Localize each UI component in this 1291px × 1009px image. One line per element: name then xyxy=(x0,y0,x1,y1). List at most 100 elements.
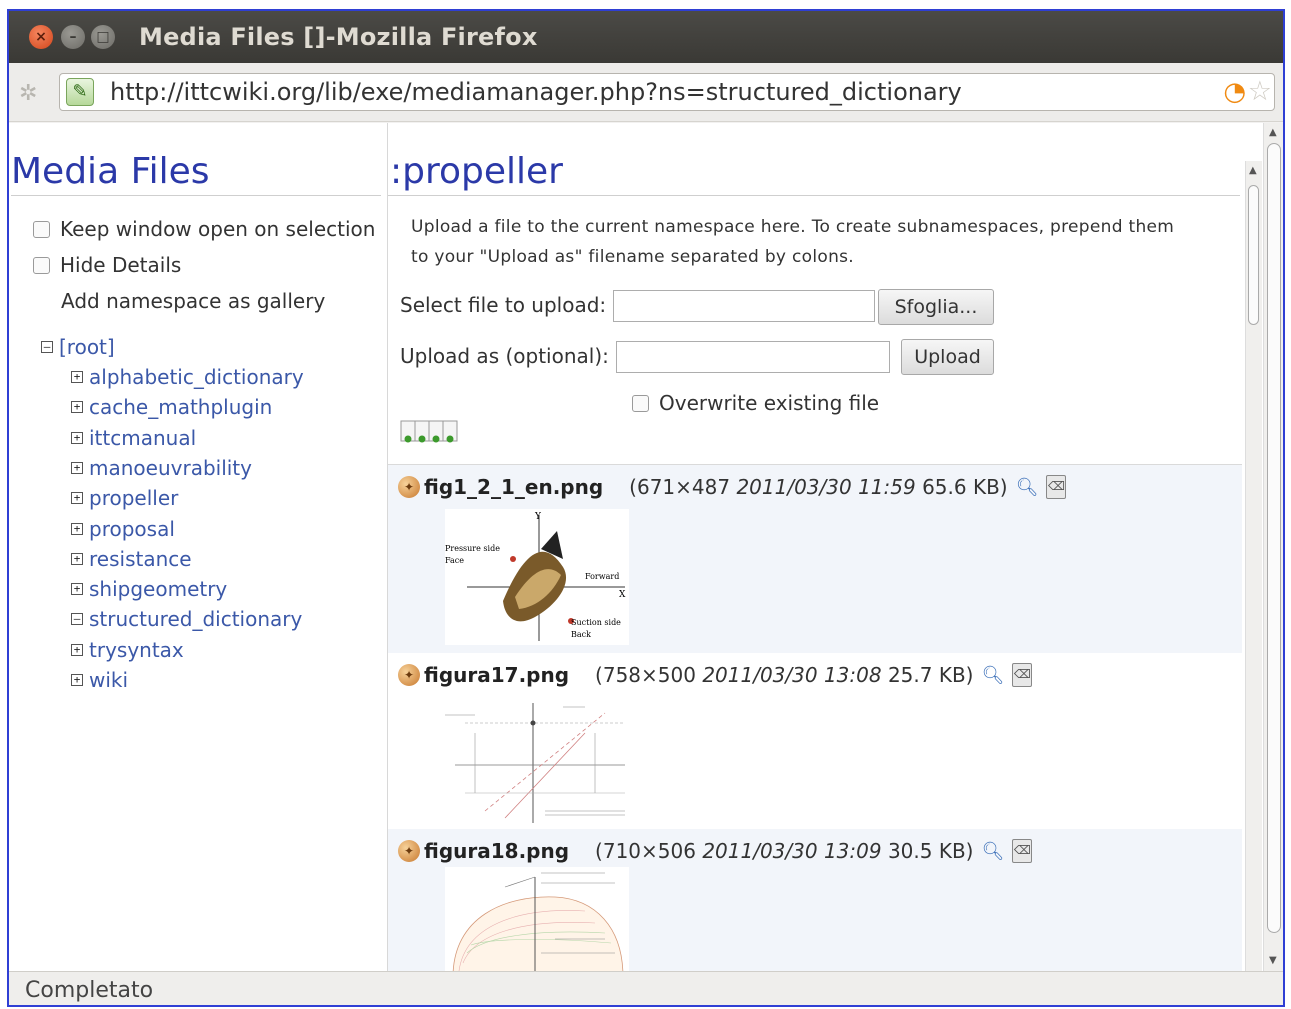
tree-item-label[interactable]: cache_mathplugin xyxy=(89,395,272,419)
scroll-down-icon[interactable]: ▼ xyxy=(1269,955,1277,966)
tree-item-label[interactable]: propeller xyxy=(89,486,178,510)
magnifier-icon[interactable]: 🔍︎ xyxy=(1016,477,1039,498)
file-row: ✦ fig1_2_1_en.png (671×487 2011/03/30 11… xyxy=(388,465,1242,653)
tree-item-label[interactable]: manoeuvrability xyxy=(89,456,252,480)
tree-item[interactable]: + resistance xyxy=(71,547,192,571)
tree-item[interactable]: + manoeuvrability xyxy=(71,456,252,480)
inner-scroll-thumb[interactable] xyxy=(1248,185,1259,325)
star-icon[interactable]: ☆ xyxy=(1248,76,1272,107)
tree-item-label[interactable]: proposal xyxy=(89,517,175,541)
expand-icon[interactable]: + xyxy=(71,431,83,444)
upload-as-label: Upload as (optional): xyxy=(400,344,609,368)
hide-details-checkbox[interactable] xyxy=(33,256,50,274)
scroll-up-icon[interactable]: ▲ xyxy=(1249,165,1257,176)
tree-root-label[interactable]: [root] xyxy=(59,335,115,359)
file-row: ✦ figura17.png (758×500 2011/03/30 13:08… xyxy=(388,653,1242,829)
file-thumbnail[interactable] xyxy=(445,693,629,829)
page-scrollbar[interactable]: ▲ ▼ xyxy=(1263,123,1283,971)
file-thumbnail[interactable]: Y Pressure side Face Forward X Suction s… xyxy=(445,509,629,645)
file-name-link[interactable]: figura18.png xyxy=(424,839,569,863)
media-files-title: Media Files xyxy=(11,149,381,196)
collapse-icon[interactable]: – xyxy=(41,341,53,353)
select-file-input[interactable] xyxy=(613,290,875,322)
expand-icon[interactable]: + xyxy=(71,461,83,474)
hide-details-option[interactable]: Hide Details xyxy=(33,253,181,277)
navigation-bar: ✲ ✎ http://ittcwiki.org/lib/exe/mediaman… xyxy=(9,63,1283,122)
url-bar[interactable]: ✎ http://ittcwiki.org/lib/exe/mediamanag… xyxy=(59,73,1275,111)
maximize-icon[interactable]: □ xyxy=(91,25,115,49)
expand-icon[interactable]: + xyxy=(71,401,83,414)
magnifier-icon[interactable]: 🔍︎ xyxy=(981,665,1004,686)
upload-info-line2: to your "Upload as" filename separated b… xyxy=(411,247,855,267)
tree-item-label[interactable]: trysyntax xyxy=(89,638,184,662)
url-text[interactable]: http://ittcwiki.org/lib/exe/mediamanager… xyxy=(110,78,962,106)
browse-button[interactable]: Sfoglia... xyxy=(878,289,994,325)
scroll-up-icon[interactable]: ▲ xyxy=(1269,127,1277,138)
file-thumbnail[interactable] xyxy=(445,867,629,971)
collapse-icon[interactable]: – xyxy=(71,613,83,626)
tree-root[interactable]: – [root] xyxy=(41,335,115,359)
trash-icon[interactable]: ⌫ xyxy=(1012,839,1033,863)
file-meta: (671×487 2011/03/30 11:59 65.6 KB) xyxy=(629,475,1008,499)
thumb-label: Forward xyxy=(585,572,619,581)
tree-item[interactable]: + proposal xyxy=(71,517,175,541)
image-file-icon: ✦ xyxy=(398,664,420,686)
add-gallery-link[interactable]: Add namespace as gallery xyxy=(61,289,325,313)
tree-item[interactable]: + propeller xyxy=(71,486,178,510)
tree-item-label[interactable]: ittcmanual xyxy=(89,426,196,450)
image-file-icon: ✦ xyxy=(398,840,420,862)
file-name-link[interactable]: figura17.png xyxy=(424,663,569,687)
file-header: ✦ figura18.png (710×506 2011/03/30 13:09… xyxy=(398,839,1033,863)
thumb-label: Suction side xyxy=(571,618,621,627)
tree-item[interactable]: – structured_dictionary xyxy=(71,607,302,631)
magnifier-icon[interactable]: 🔍︎ xyxy=(981,841,1004,862)
multi-upload-icon[interactable] xyxy=(400,419,460,445)
file-name-link[interactable]: fig1_2_1_en.png xyxy=(424,475,603,499)
tree-item[interactable]: + wiki xyxy=(71,668,128,692)
file-meta: (710×506 2011/03/30 13:09 30.5 KB) xyxy=(595,839,974,863)
files-pane: :propeller Upload a file to the current … xyxy=(388,123,1242,971)
page-content: Media Files Keep window open on selectio… xyxy=(9,123,1263,971)
rss-icon[interactable]: ◔ xyxy=(1223,77,1246,107)
file-row: ✦ figura18.png (710×506 2011/03/30 13:09… xyxy=(388,829,1242,971)
expand-icon[interactable]: + xyxy=(71,643,83,656)
tree-item[interactable]: + cache_mathplugin xyxy=(71,395,272,419)
expand-icon[interactable]: + xyxy=(71,674,83,686)
tree-item[interactable]: + ittcmanual xyxy=(71,426,196,450)
thumb-label: X xyxy=(619,590,626,600)
page-scroll-thumb[interactable] xyxy=(1267,143,1281,933)
tree-item-label[interactable]: shipgeometry xyxy=(89,577,227,601)
namespace-title: :propeller xyxy=(388,149,1240,196)
thumb-label: Y xyxy=(534,512,542,522)
close-icon[interactable]: × xyxy=(29,25,53,49)
tree-item[interactable]: + shipgeometry xyxy=(71,577,227,601)
trash-icon[interactable]: ⌫ xyxy=(1046,475,1067,499)
expand-icon[interactable]: + xyxy=(71,371,83,383)
tree-item-label[interactable]: alphabetic_dictionary xyxy=(89,365,304,389)
tree-item-label[interactable]: wiki xyxy=(89,668,128,692)
inner-scrollbar[interactable]: ▲ xyxy=(1245,161,1262,971)
tree-item-label[interactable]: structured_dictionary xyxy=(89,607,302,631)
keep-open-label: Keep window open on selection xyxy=(60,217,376,241)
keep-open-option[interactable]: Keep window open on selection xyxy=(33,217,375,241)
expand-icon[interactable]: + xyxy=(71,492,83,505)
upload-as-input[interactable] xyxy=(616,341,890,373)
minimize-icon[interactable]: – xyxy=(61,25,85,49)
expand-icon[interactable]: + xyxy=(71,552,83,565)
tree-item[interactable]: + trysyntax xyxy=(71,638,184,662)
thumb-label: Back xyxy=(571,630,591,639)
tree-item[interactable]: + alphabetic_dictionary xyxy=(71,365,304,389)
tree-item-label[interactable]: resistance xyxy=(89,547,192,571)
expand-icon[interactable]: + xyxy=(71,583,83,596)
window-title: Media Files []-Mozilla Firefox xyxy=(139,23,538,51)
trash-icon[interactable]: ⌫ xyxy=(1012,663,1033,687)
select-file-label: Select file to upload: xyxy=(400,293,607,317)
overwrite-checkbox[interactable] xyxy=(632,394,649,412)
keep-open-checkbox[interactable] xyxy=(33,220,50,238)
site-identity-icon[interactable]: ✎ xyxy=(66,78,94,106)
overwrite-option[interactable]: Overwrite existing file xyxy=(632,391,879,415)
expand-icon[interactable]: + xyxy=(71,522,83,535)
upload-button[interactable]: Upload xyxy=(901,339,994,375)
file-meta: (758×500 2011/03/30 13:08 25.7 KB) xyxy=(595,663,974,687)
status-text: Completato xyxy=(25,978,154,1003)
